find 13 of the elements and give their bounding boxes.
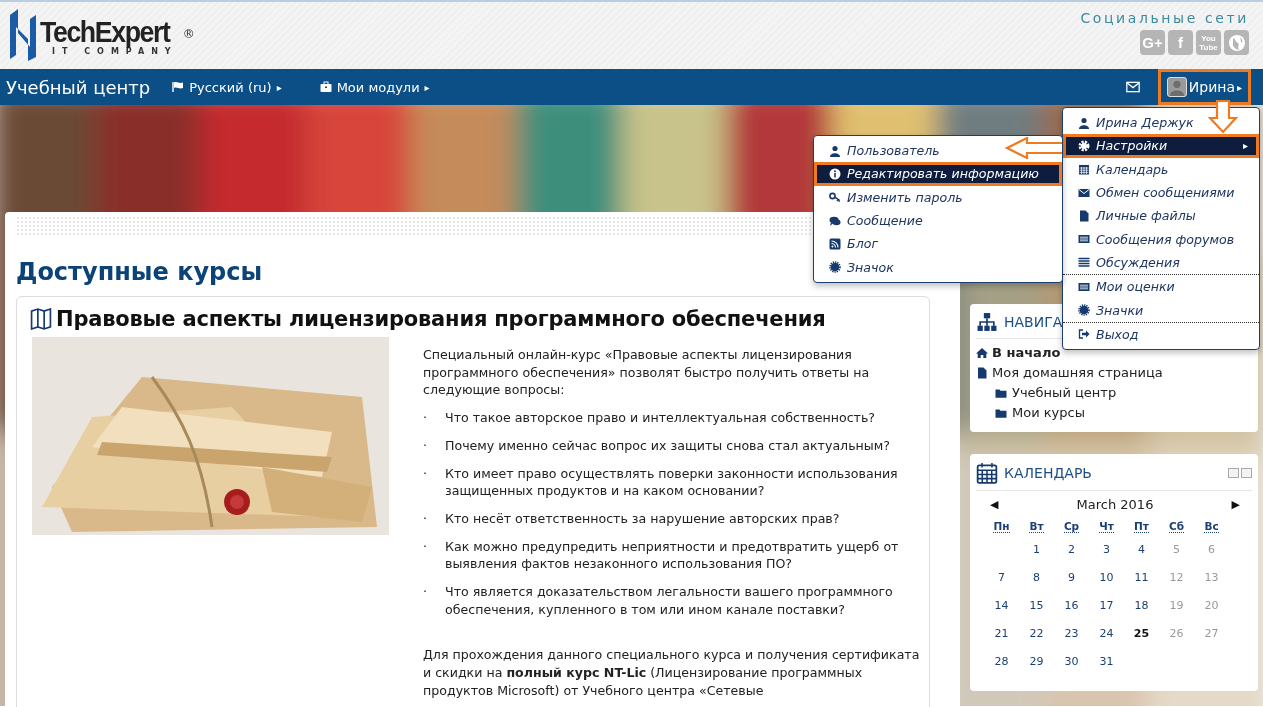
avatar-icon — [1166, 77, 1187, 97]
logo-name: TechExpert — [40, 17, 170, 47]
globe-icon[interactable] — [1224, 30, 1249, 55]
nav-menu[interactable]: Русский (ru) ▸ — [172, 79, 282, 95]
site-title[interactable]: Учебный центр — [6, 76, 151, 98]
nav-menu[interactable]: Мои модули ▸ — [319, 79, 430, 95]
registered-mark: ® — [182, 27, 195, 43]
flag-icon — [172, 81, 185, 93]
logo-tagline: IT COMPANY — [52, 47, 179, 56]
envelope-icon — [1125, 80, 1140, 94]
logo-icon — [8, 7, 38, 63]
briefcase-icon — [319, 81, 332, 93]
social-title: Социальные сети — [1080, 10, 1249, 26]
